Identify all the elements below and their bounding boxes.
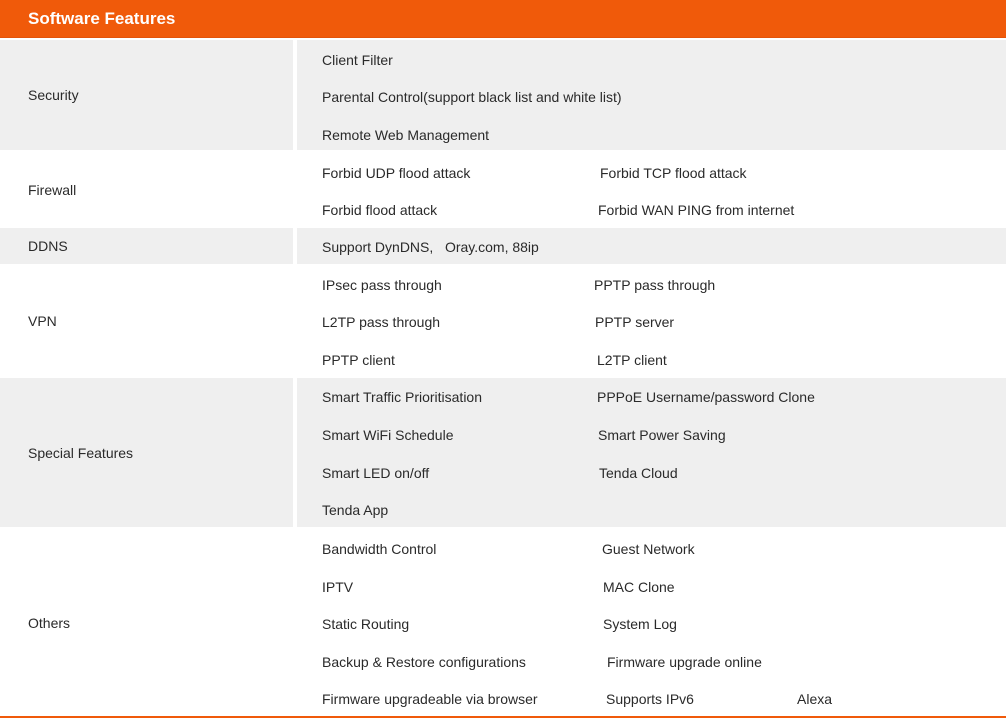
row-label-cell: Others	[0, 530, 293, 716]
feature-item: PPTP client	[322, 352, 395, 368]
feature-item: PPPoE Username/password Clone	[597, 389, 815, 405]
feature-item: Client Filter	[322, 52, 393, 68]
category-others: Others	[28, 615, 71, 631]
category-firewall: Firewall	[28, 182, 77, 198]
row-others: Others Bandwidth Control Guest Network I…	[0, 530, 1006, 716]
category-security: Security	[28, 87, 79, 103]
row-special-features: Special Features Smart Traffic Prioritis…	[0, 378, 1006, 527]
feature-item: Forbid TCP flood attack	[600, 165, 747, 181]
row-label-cell: DDNS	[0, 228, 293, 264]
row-content-cell: Support DynDNS, Oray.com, 88ip	[297, 228, 1006, 264]
feature-item: Supports IPv6	[606, 691, 694, 707]
feature-item: Support DynDNS, Oray.com, 88ip	[322, 239, 539, 255]
feature-item: Smart WiFi Schedule	[322, 427, 454, 443]
row-content-cell: Forbid UDP flood attack Forbid TCP flood…	[297, 153, 1006, 227]
feature-item: Smart LED on/off	[322, 465, 430, 481]
row-security: Security Client Filter Parental Control(…	[0, 40, 1006, 150]
row-vpn: VPN IPsec pass through PPTP pass through…	[0, 266, 1006, 376]
feature-item: PPTP pass through	[594, 277, 716, 293]
software-features-table: Software Features Security Client Filter…	[0, 0, 1006, 718]
feature-item: Forbid flood attack	[322, 202, 438, 218]
feature-item: L2TP client	[597, 352, 667, 368]
feature-item: Static Routing	[322, 616, 410, 632]
feature-item: Tenda Cloud	[599, 465, 678, 481]
feature-item: Firmware upgradeable via browser	[322, 691, 538, 707]
feature-item: IPsec pass through	[322, 277, 442, 293]
feature-item: Forbid WAN PING from internet	[598, 202, 795, 218]
feature-item: MAC Clone	[603, 579, 675, 595]
feature-item: Forbid UDP flood attack	[322, 165, 471, 181]
feature-item: Parental Control(support black list and …	[322, 89, 622, 105]
row-ddns: DDNS Support DynDNS, Oray.com, 88ip	[0, 228, 1006, 264]
feature-item: IPTV	[322, 579, 354, 595]
row-label-cell: Security	[0, 40, 293, 150]
feature-item: Backup & Restore configurations	[322, 654, 526, 670]
row-content-cell: Client Filter Parental Control(support b…	[297, 40, 1006, 150]
row-content-cell: Smart Traffic Prioritisation PPPoE Usern…	[297, 378, 1006, 527]
row-firewall: Firewall Forbid UDP flood attack Forbid …	[0, 153, 1006, 227]
category-ddns: DDNS	[28, 238, 68, 254]
category-vpn: VPN	[28, 313, 57, 329]
row-content-cell: Bandwidth Control Guest Network IPTV MAC…	[297, 530, 1006, 716]
feature-item: System Log	[603, 616, 677, 632]
feature-item: Alexa	[797, 691, 833, 707]
feature-item: Firmware upgrade online	[607, 654, 762, 670]
category-special-features: Special Features	[28, 444, 134, 461]
feature-item: Bandwidth Control	[322, 541, 437, 557]
row-label-cell: Firewall	[0, 153, 293, 227]
row-label-cell: VPN	[0, 266, 293, 376]
feature-item: L2TP pass through	[322, 314, 441, 330]
feature-item: Smart Traffic Prioritisation	[322, 389, 483, 405]
feature-item: Smart Power Saving	[598, 427, 726, 443]
table-title: Software Features	[28, 9, 176, 28]
row-label-cell: Special Features	[0, 378, 293, 527]
feature-item: PPTP server	[595, 314, 675, 330]
row-content-cell: IPsec pass through PPTP pass through L2T…	[297, 266, 1006, 376]
feature-item: Tenda App	[322, 502, 389, 518]
feature-item: Remote Web Management	[322, 127, 490, 143]
table-header: Software Features	[0, 0, 1006, 38]
feature-item: Guest Network	[602, 541, 695, 557]
